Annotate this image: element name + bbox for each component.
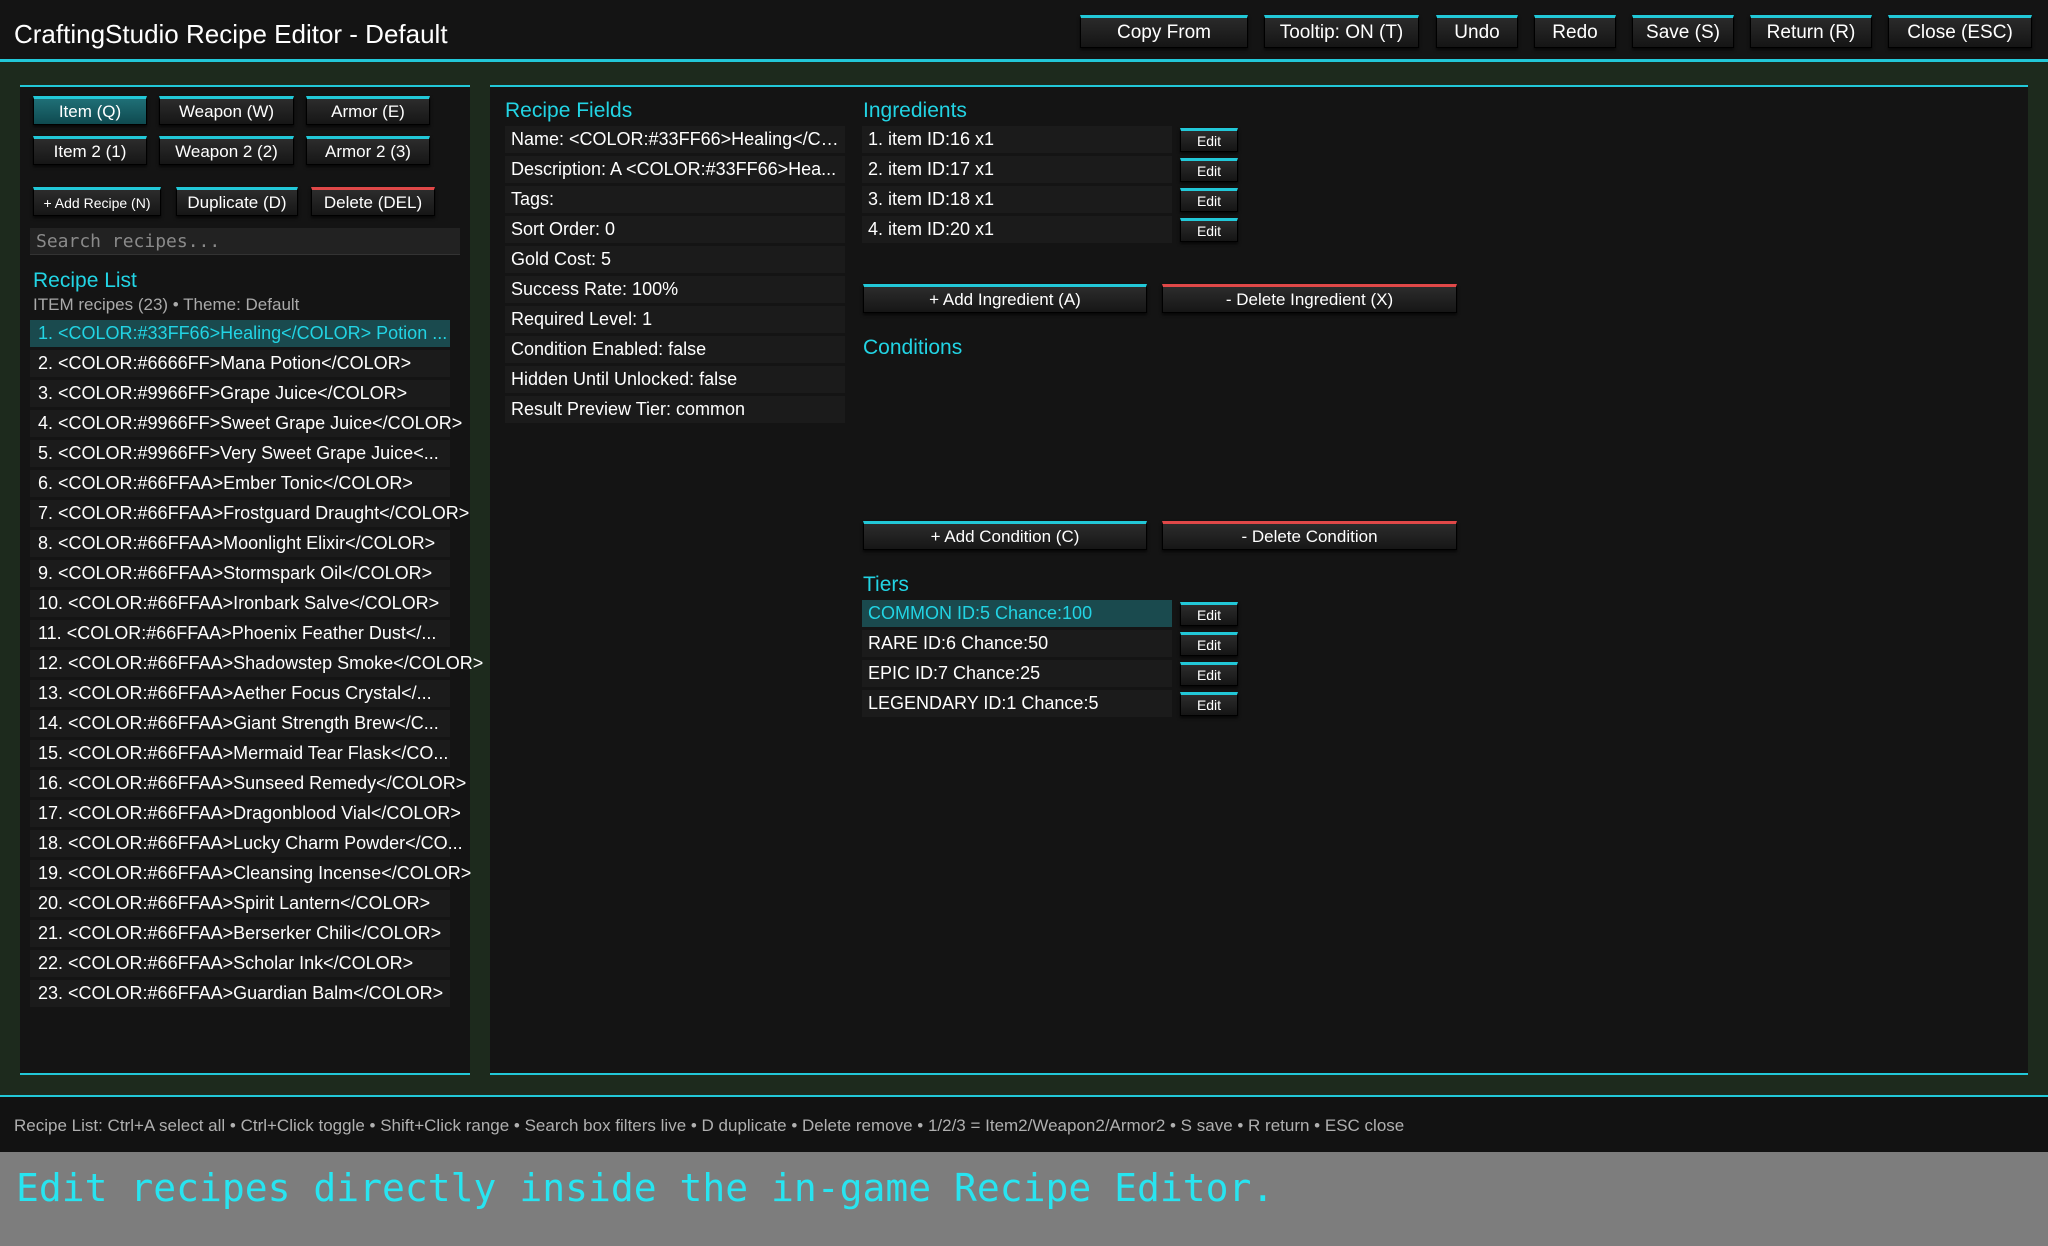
recipe-list-item[interactable]: 22. <COLOR:#66FFAA>Scholar Ink</COLOR> [30,950,450,977]
recipe-list-item[interactable]: 1. <COLOR:#33FF66>Healing</COLOR> Potion… [30,320,450,347]
recipe-list-item[interactable]: 14. <COLOR:#66FFAA>Giant Strength Brew</… [30,710,450,737]
category-armor-button[interactable]: Armor (E) [306,96,430,125]
field-hidden-until-unlocked[interactable]: Hidden Until Unlocked: false [505,366,845,393]
ingredient-row[interactable]: 3. item ID:18 x1 [862,186,1172,213]
recipe-fields-list: Name: <COLOR:#33FF66>Healing</COL... Des… [505,126,845,426]
recipe-list-item[interactable]: 2. <COLOR:#6666FF>Mana Potion</COLOR> [30,350,450,377]
tier-row[interactable]: EPIC ID:7 Chance:25 [862,660,1172,687]
delete-ingredient-button[interactable]: - Delete Ingredient (X) [1162,284,1457,313]
ingredient-row[interactable]: 4. item ID:20 x1 [862,216,1172,243]
ingredient-row[interactable]: 2. item ID:17 x1 [862,156,1172,183]
recipe-fields-title: Recipe Fields [505,99,633,122]
recipe-list-item[interactable]: 11. <COLOR:#66FFAA>Phoenix Feather Dust<… [30,620,450,647]
redo-button[interactable]: Redo [1534,15,1616,48]
recipe-list-item[interactable]: 4. <COLOR:#9966FF>Sweet Grape Juice</COL… [30,410,462,437]
recipe-list-item[interactable]: 3. <COLOR:#9966FF>Grape Juice</COLOR> [30,380,450,407]
keyboard-hint: Recipe List: Ctrl+A select all • Ctrl+Cl… [14,1116,1405,1135]
tier-row[interactable]: LEGENDARY ID:1 Chance:5 [862,690,1172,717]
recipe-list-item[interactable]: 20. <COLOR:#66FFAA>Spirit Lantern</COLOR… [30,890,450,917]
add-recipe-button[interactable]: + Add Recipe (N) [33,187,161,216]
category-item-button[interactable]: Item (Q) [33,96,147,125]
edit-tier-button[interactable]: Edit [1180,662,1238,686]
field-success-rate[interactable]: Success Rate: 100% [505,276,845,303]
edit-ingredient-button[interactable]: Edit [1180,188,1238,212]
category-weapon2-button[interactable]: Weapon 2 (2) [159,136,294,165]
field-result-preview-tier[interactable]: Result Preview Tier: common [505,396,845,423]
caption-text: Edit recipes directly inside the in-game… [16,1166,1275,1210]
recipe-list-item[interactable]: 21. <COLOR:#66FFAA>Berserker Chili</COLO… [30,920,450,947]
recipe-list-title: Recipe List [33,269,137,292]
return-button[interactable]: Return (R) [1750,15,1872,48]
tier-row[interactable]: RARE ID:6 Chance:50 [862,630,1172,657]
undo-button[interactable]: Undo [1436,15,1518,48]
conditions-title: Conditions [863,336,963,359]
field-name[interactable]: Name: <COLOR:#33FF66>Healing</COL... [505,126,845,153]
field-gold-cost[interactable]: Gold Cost: 5 [505,246,845,273]
edit-tier-button[interactable]: Edit [1180,602,1238,626]
recipe-list-item[interactable]: 10. <COLOR:#66FFAA>Ironbark Salve</COLOR… [30,590,450,617]
recipe-list-item[interactable]: 6. <COLOR:#66FFAA>Ember Tonic</COLOR> [30,470,450,497]
category-weapon-button[interactable]: Weapon (W) [159,96,294,125]
add-condition-button[interactable]: + Add Condition (C) [863,521,1147,550]
app-title: CraftingStudio Recipe Editor - Default [14,19,448,49]
recipe-list-item[interactable]: 23. <COLOR:#66FFAA>Guardian Balm</COLOR> [30,980,450,1007]
recipe-list-item[interactable]: 16. <COLOR:#66FFAA>Sunseed Remedy</COLOR… [30,770,466,797]
category-armor2-button[interactable]: Armor 2 (3) [306,136,430,165]
tiers-list: COMMON ID:5 Chance:100 RARE ID:6 Chance:… [862,600,1172,720]
field-tags[interactable]: Tags: [505,186,845,213]
recipe-list: 1. <COLOR:#33FF66>Healing</COLOR> Potion… [30,320,483,1010]
recipe-list-item[interactable]: 9. <COLOR:#66FFAA>Stormspark Oil</COLOR> [30,560,450,587]
recipe-list-item[interactable]: 19. <COLOR:#66FFAA>Cleansing Incense</CO… [30,860,471,887]
duplicate-recipe-button[interactable]: Duplicate (D) [176,187,298,216]
recipe-list-item[interactable]: 8. <COLOR:#66FFAA>Moonlight Elixir</COLO… [30,530,450,557]
search-input[interactable] [30,228,460,255]
edit-ingredient-button[interactable]: Edit [1180,128,1238,152]
recipe-list-item[interactable]: 15. <COLOR:#66FFAA>Mermaid Tear Flask</C… [30,740,450,767]
delete-recipe-button[interactable]: Delete (DEL) [311,187,435,216]
field-required-level[interactable]: Required Level: 1 [505,306,845,333]
ingredient-edit-buttons: Edit Edit Edit Edit [1180,128,1238,248]
tier-edit-buttons: Edit Edit Edit Edit [1180,602,1238,722]
ingredient-row[interactable]: 1. item ID:16 x1 [862,126,1172,153]
edit-tier-button[interactable]: Edit [1180,692,1238,716]
add-ingredient-button[interactable]: + Add Ingredient (A) [863,284,1147,313]
recipe-list-item[interactable]: 7. <COLOR:#66FFAA>Frostguard Draught</CO… [30,500,469,527]
recipe-list-item[interactable]: 5. <COLOR:#9966FF>Very Sweet Grape Juice… [30,440,450,467]
edit-tier-button[interactable]: Edit [1180,632,1238,656]
field-sort-order[interactable]: Sort Order: 0 [505,216,845,243]
edit-ingredient-button[interactable]: Edit [1180,218,1238,242]
recipe-list-subtitle: ITEM recipes (23) • Theme: Default [33,295,300,314]
recipe-list-item[interactable]: 17. <COLOR:#66FFAA>Dragonblood Vial</COL… [30,800,461,827]
recipe-list-item[interactable]: 18. <COLOR:#66FFAA>Lucky Charm Powder</C… [30,830,463,857]
close-button[interactable]: Close (ESC) [1888,15,2032,48]
tiers-title: Tiers [863,573,909,596]
category-item2-button[interactable]: Item 2 (1) [33,136,147,165]
tier-row[interactable]: COMMON ID:5 Chance:100 [862,600,1172,627]
edit-ingredient-button[interactable]: Edit [1180,158,1238,182]
copy-from-button[interactable]: Copy From [1080,15,1248,48]
ingredients-title: Ingredients [863,99,967,122]
delete-condition-button[interactable]: - Delete Condition [1162,521,1457,550]
field-description[interactable]: Description: A <COLOR:#33FF66>Hea... [505,156,845,183]
recipe-list-item[interactable]: 12. <COLOR:#66FFAA>Shadowstep Smoke</COL… [30,650,483,677]
tooltip-toggle-button[interactable]: Tooltip: ON (T) [1264,15,1419,48]
save-button[interactable]: Save (S) [1632,15,1734,48]
recipe-list-item[interactable]: 13. <COLOR:#66FFAA>Aether Focus Crystal<… [30,680,450,707]
ingredients-list: 1. item ID:16 x1 2. item ID:17 x1 3. ite… [862,126,1172,246]
field-condition-enabled[interactable]: Condition Enabled: false [505,336,845,363]
